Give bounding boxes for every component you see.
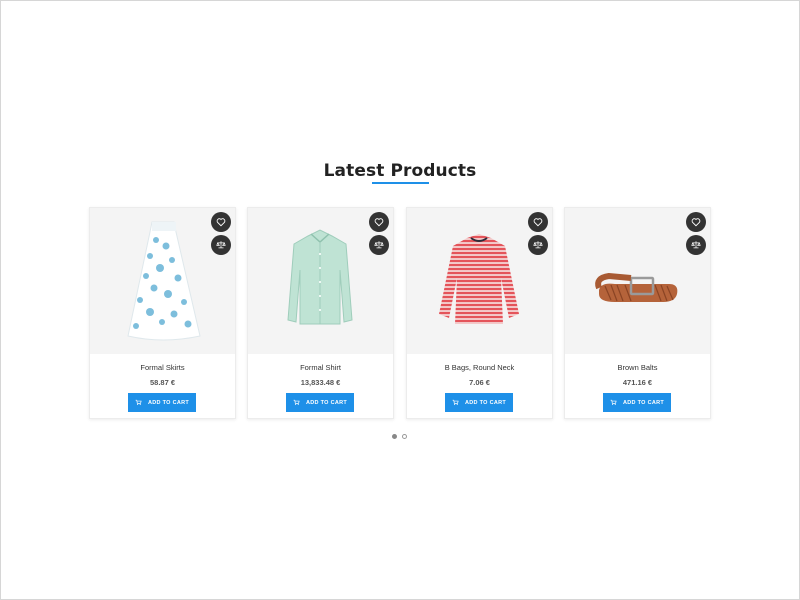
belt-image: [595, 272, 678, 302]
product-image[interactable]: [90, 208, 235, 354]
carousel-dot[interactable]: [392, 434, 397, 439]
carousel-pagination: [392, 434, 407, 439]
product-image[interactable]: [407, 208, 552, 354]
product-name[interactable]: Formal Skirts: [90, 363, 235, 372]
add-to-cart-button[interactable]: ADD TO CART: [603, 393, 671, 412]
heart-icon: [216, 218, 226, 227]
striped-top-image: [439, 234, 519, 324]
scale-icon: [374, 241, 384, 249]
add-to-cart-label: ADD TO CART: [147, 399, 190, 406]
heart-icon: [374, 218, 384, 227]
product-image[interactable]: [565, 208, 710, 354]
shirt-image: [287, 229, 353, 325]
carousel-dot[interactable]: [402, 434, 407, 439]
heart-icon: [533, 218, 543, 227]
scale-icon: [691, 241, 701, 249]
cart-icon: [293, 399, 300, 406]
add-to-cart-label: ADD TO CART: [305, 399, 348, 406]
scale-icon: [216, 241, 226, 249]
wishlist-button[interactable]: [528, 212, 548, 232]
product-name[interactable]: B Bags, Round Neck: [407, 363, 552, 372]
wishlist-button[interactable]: [369, 212, 389, 232]
cart-icon: [610, 399, 617, 406]
cart-icon: [452, 399, 459, 406]
product-price: 7.06 €: [469, 378, 490, 387]
product-card[interactable]: Formal Shirt 13,833.48 € ADD TO CART: [247, 207, 394, 419]
scale-icon: [533, 241, 543, 249]
add-to-cart-label: ADD TO CART: [464, 399, 507, 406]
add-to-cart-label: ADD TO CART: [622, 399, 665, 406]
product-card[interactable]: Brown Balts 471.16 € ADD TO CART: [564, 207, 711, 419]
cart-icon: [135, 399, 142, 406]
product-card[interactable]: Formal Skirts 58.87 € ADD TO CART: [89, 207, 236, 419]
product-name[interactable]: Formal Shirt: [248, 363, 393, 372]
product-price: 13,833.48 €: [300, 378, 341, 387]
section-title: Latest Products: [323, 161, 477, 181]
product-image[interactable]: [248, 208, 393, 354]
product-price: 58.87 €: [149, 378, 176, 387]
wishlist-button[interactable]: [686, 212, 706, 232]
compare-button[interactable]: [369, 235, 389, 255]
skirt-image: [127, 221, 201, 341]
product-price: 471.16 €: [622, 378, 653, 387]
product-name[interactable]: Brown Balts: [565, 363, 710, 372]
compare-button[interactable]: [211, 235, 231, 255]
heart-icon: [691, 218, 701, 227]
wishlist-button[interactable]: [211, 212, 231, 232]
compare-button[interactable]: [686, 235, 706, 255]
add-to-cart-button[interactable]: ADD TO CART: [445, 393, 513, 412]
add-to-cart-button[interactable]: ADD TO CART: [286, 393, 354, 412]
add-to-cart-button[interactable]: ADD TO CART: [128, 393, 196, 412]
compare-button[interactable]: [528, 235, 548, 255]
product-card[interactable]: B Bags, Round Neck 7.06 € ADD TO CART: [406, 207, 553, 419]
title-underline: [372, 182, 429, 184]
